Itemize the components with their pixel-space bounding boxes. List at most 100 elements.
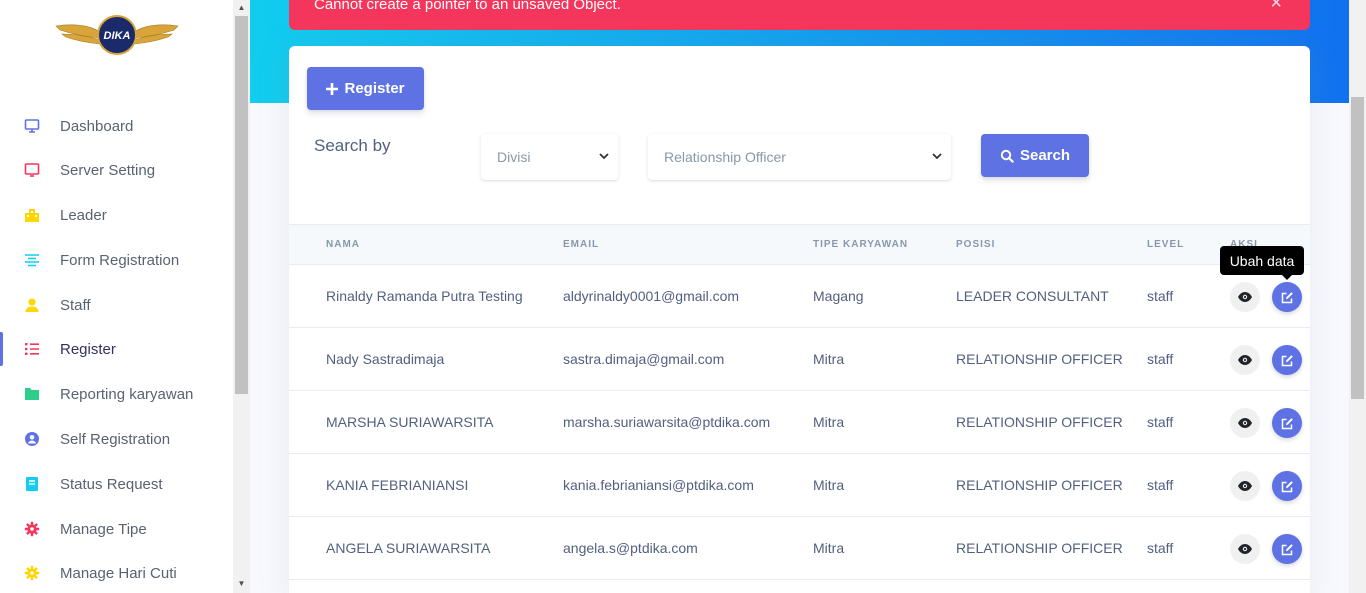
column-header-nama[interactable]: NAMA [326,239,360,250]
edit-icon [1281,417,1294,430]
align-center-icon [24,252,40,268]
cell-posisi: RELATIONSHIP OFFICER [956,351,1123,367]
table-row: Nady Sastradimaja sastra.dimaja@gmail.com… [289,328,1310,391]
edit-icon [1281,543,1294,556]
cell-nama: ANGELA SURIAWARSITA [326,540,491,556]
eye-icon [1238,481,1252,491]
view-button[interactable] [1230,471,1260,501]
alert-message: Cannot create a pointer to an unsaved Ob… [314,0,621,13]
folder-icon [24,386,40,402]
table-row: ANGELA SURIAWARSITA angela.s@ptdika.com Mi… [289,517,1310,580]
search-icon [1000,149,1014,163]
register-card: Register Search by Divisi Relationship O… [289,46,1310,593]
eye-icon [1238,418,1252,428]
edit-button[interactable] [1272,408,1302,438]
table-row: MARSHA SURIAWARSITA marsha.suriawarsita@p… [289,391,1310,454]
tv-icon [24,162,40,178]
sidebar-item-label: Staff [60,296,91,314]
cell-level: staff [1147,540,1174,556]
cell-nama: MARSHA SURIAWARSITA [326,414,494,430]
chevron-down-icon [932,153,942,160]
sidebar-item-status-request[interactable]: Status Request [0,462,233,506]
sidebar-item-manage-hari-cuti[interactable]: Manage Hari Cuti [0,551,233,593]
view-button[interactable] [1230,408,1260,438]
cell-level: staff [1147,414,1174,430]
cell-email: sastra.dimaja@gmail.com [563,351,725,367]
edit-icon [1281,480,1294,493]
cell-level: staff [1147,288,1174,304]
eye-icon [1238,292,1252,302]
sidebar-scrollbar-thumb[interactable] [235,16,248,394]
cell-nama: KANIA FEBRIANIANSI [326,477,469,493]
scroll-down-arrow-icon[interactable]: ▼ [236,578,247,589]
settings-icon [24,565,40,581]
cell-posisi: RELATIONSHIP OFFICER [956,540,1123,556]
cell-email: kania.febrianiansi@ptdika.com [563,477,754,493]
view-button[interactable] [1230,345,1260,375]
sidebar: DIKA Dashboard Server Setting Leader Form R… [0,0,233,593]
edit-icon [1281,291,1294,304]
cell-tipe-karyawan: Mitra [813,414,845,430]
search-button-label: Search [1019,147,1071,164]
search-button[interactable]: Search [981,134,1089,177]
cell-nama: Rinaldy Ramanda Putra Testing [326,288,523,304]
sidebar-item-form-registration[interactable]: Form Registration [0,238,233,282]
register-button[interactable]: Register [307,67,424,110]
sidebar-item-register[interactable]: Register [0,327,233,371]
cell-posisi: RELATIONSHIP OFFICER [956,477,1123,493]
edit-button[interactable] [1272,345,1302,375]
table-row: KANIA FEBRIANIANSI kania.febrianiansi@ptd… [289,454,1310,517]
cell-posisi: LEADER CONSULTANT [956,288,1109,304]
alert-close-icon[interactable]: × [1270,0,1282,15]
cell-tipe-karyawan: Mitra [813,351,845,367]
page-scrollbar-thumb[interactable] [1351,97,1364,399]
cell-email: aldyrinaldy0001@gmail.com [563,288,740,304]
cell-tipe-karyawan: Mitra [813,477,845,493]
column-header-level[interactable]: LEVEL [1147,239,1184,250]
eye-icon [1238,355,1252,365]
sidebar-item-label: Form Registration [60,251,180,269]
user-icon [24,297,40,313]
table-row: Rinaldy Ramanda Putra Testing aldyrinaldy… [289,265,1310,328]
sidebar-item-leader[interactable]: Leader [0,193,233,237]
archive-icon [24,476,40,492]
error-alert: Cannot create a pointer to an unsaved Ob… [289,0,1310,30]
sidebar-item-manage-tipe[interactable]: Manage Tipe [0,507,233,551]
sidebar-item-label: Manage Tipe [60,520,147,538]
sidebar-item-self-registration[interactable]: Self Registration [0,417,233,461]
sidebar-item-dashboard[interactable]: Dashboard [0,104,233,148]
sidebar-item-reporting-karyawan[interactable]: Reporting karyawan [0,372,233,416]
eye-icon [1238,544,1252,554]
filter-value-text: Relationship Officer [664,149,786,165]
column-header-posisi[interactable]: POSISI [956,239,995,250]
building-icon [24,207,40,223]
sidebar-item-label: Manage Hari Cuti [60,564,177,582]
user-circle-icon [24,431,40,447]
filter-value-select[interactable]: Relationship Officer [648,134,951,180]
cell-email: angela.s@ptdika.com [563,540,698,556]
scroll-up-arrow-icon[interactable]: ▲ [236,2,247,13]
edit-button[interactable] [1272,282,1302,312]
edit-button[interactable] [1272,534,1302,564]
filter-field-select[interactable]: Divisi [481,134,618,180]
edit-button[interactable] [1272,471,1302,501]
dika-logo[interactable]: DIKA [54,14,180,58]
cell-nama: Nady Sastradimaja [326,351,445,367]
edit-tooltip: Ubah data [1220,246,1304,280]
list-icon [24,341,40,357]
sidebar-item-label: Leader [60,206,107,224]
view-button[interactable] [1230,534,1260,564]
plus-icon [326,82,339,95]
cell-email: marsha.suriawarsita@ptdika.com [563,414,771,430]
sidebar-item-label: Reporting karyawan [60,385,194,403]
edit-icon [1281,354,1294,367]
sidebar-item-label: Status Request [60,475,163,493]
sidebar-item-staff[interactable]: Staff [0,283,233,327]
view-button[interactable] [1230,282,1260,312]
column-header-email[interactable]: EMAIL [563,239,599,250]
sidebar-item-server-setting[interactable]: Server Setting [0,148,233,192]
monitor-icon [24,118,40,134]
cell-level: staff [1147,477,1174,493]
cell-tipe-karyawan: Mitra [813,540,845,556]
column-header-tipe-karyawan[interactable]: TIPE KARYAWAN [813,239,908,250]
